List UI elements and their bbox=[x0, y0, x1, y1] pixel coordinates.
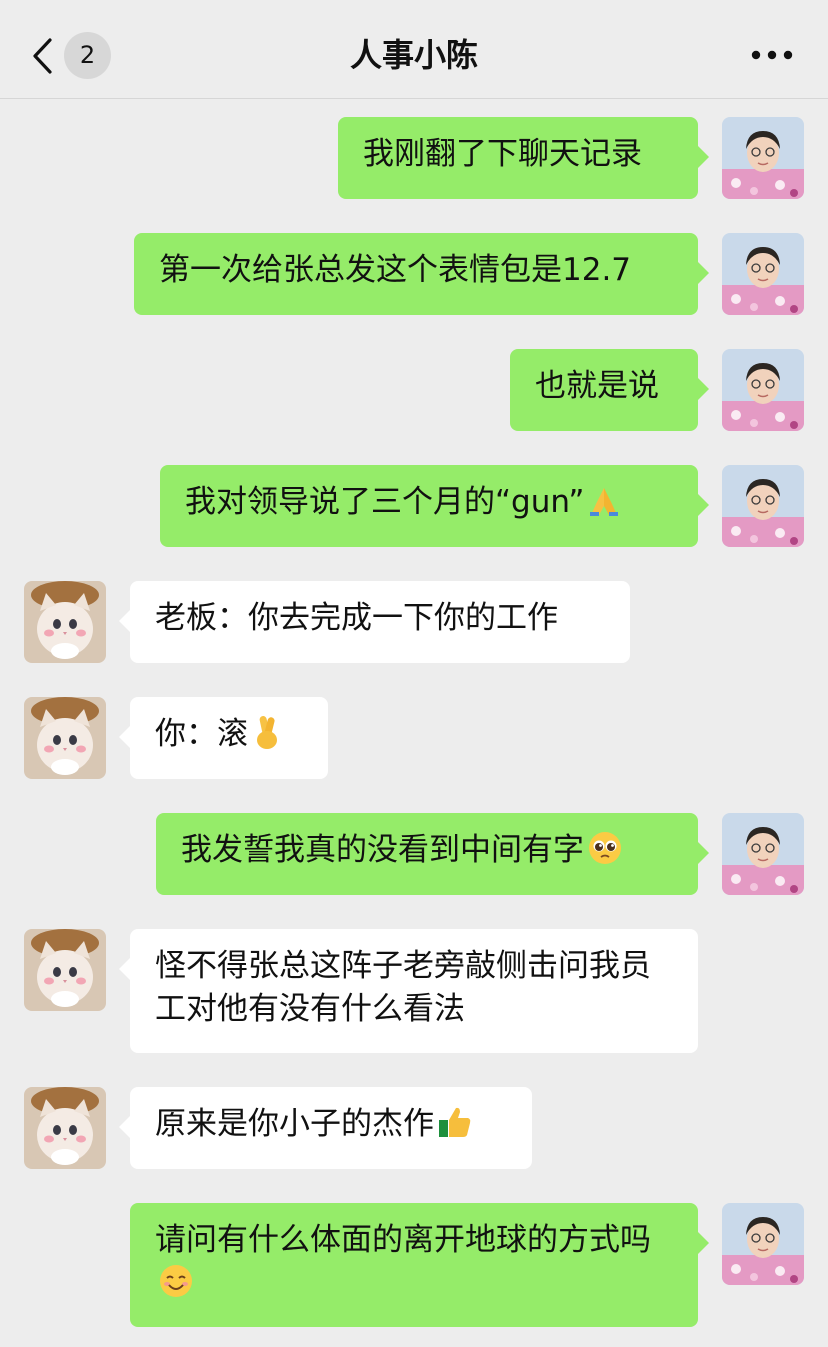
message-text: 也就是说 bbox=[535, 368, 659, 404]
cat-photo-avatar[interactable] bbox=[24, 697, 106, 779]
woman-photo-avatar[interactable] bbox=[722, 117, 804, 199]
message-text: 请问有什么体面的离开地球的方式吗 bbox=[155, 1222, 651, 1258]
crossed-fingers-emoji bbox=[251, 714, 283, 750]
thumbs-up-emoji bbox=[437, 1104, 473, 1140]
message-bubble[interactable]: 怪不得张总这阵子老旁敲侧击问我员工对他有没有什么看法 bbox=[119, 929, 698, 1053]
chat-header: 2 人事小陈 bbox=[0, 0, 828, 99]
message-bubble[interactable]: 请问有什么体面的离开地球的方式吗 bbox=[130, 1203, 709, 1327]
message-bubble[interactable]: 我对领导说了三个月的“gun” bbox=[160, 465, 709, 547]
cat-photo-avatar[interactable] bbox=[24, 929, 106, 1011]
woman-photo-avatar[interactable] bbox=[722, 465, 804, 547]
message-bubble[interactable]: 原来是你小子的杰作 bbox=[119, 1087, 532, 1169]
message-bubble[interactable]: 第一次给张总发这个表情包是12.7 bbox=[134, 233, 709, 315]
message-text: 第一次给张总发这个表情包是12.7 bbox=[159, 252, 632, 288]
cat-photo-avatar[interactable] bbox=[24, 1087, 106, 1169]
smiling-face-emoji bbox=[158, 1263, 194, 1299]
woman-photo-avatar[interactable] bbox=[722, 813, 804, 895]
message-text: 你：滚 bbox=[155, 716, 248, 752]
cat-photo-avatar[interactable] bbox=[24, 581, 106, 663]
message-text: 我刚翻了下聊天记录 bbox=[363, 136, 642, 172]
message-text: 原来是你小子的杰作 bbox=[155, 1106, 434, 1142]
woman-photo-avatar[interactable] bbox=[722, 233, 804, 315]
message-bubble[interactable]: 老板：你去完成一下你的工作 bbox=[119, 581, 630, 663]
message-bubble[interactable]: 你：滚 bbox=[119, 697, 328, 779]
more-button[interactable] bbox=[746, 36, 798, 74]
message-bubble[interactable]: 也就是说 bbox=[510, 349, 709, 431]
woman-photo-avatar[interactable] bbox=[722, 349, 804, 431]
ellipsis-icon bbox=[751, 50, 793, 60]
message-text: 怪不得张总这阵子老旁敲侧击问我员工对他有没有什么看法 bbox=[155, 948, 651, 1027]
chat-title: 人事小陈 bbox=[349, 36, 478, 74]
message-text: 我对领导说了三个月的“gun” bbox=[185, 484, 585, 520]
woman-photo-avatar[interactable] bbox=[722, 1203, 804, 1285]
pleading-face-emoji bbox=[587, 830, 623, 866]
folded-hands-emoji bbox=[587, 484, 621, 518]
message-text: 我发誓我真的没看到中间有字 bbox=[181, 832, 584, 868]
message-bubble[interactable]: 我刚翻了下聊天记录 bbox=[338, 117, 709, 199]
message-bubble[interactable]: 我发誓我真的没看到中间有字 bbox=[156, 813, 709, 895]
message-text: 老板：你去完成一下你的工作 bbox=[155, 600, 558, 636]
